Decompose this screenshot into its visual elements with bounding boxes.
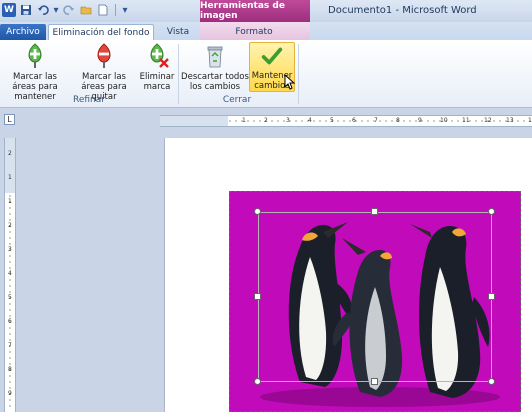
ruler-number: 1 bbox=[8, 198, 12, 205]
resize-handle[interactable] bbox=[254, 378, 261, 385]
ruler-number: 7 bbox=[8, 342, 12, 349]
discard-changes-label: Descartar todos los cambios bbox=[181, 72, 249, 92]
mark-remove-button[interactable]: Marcar las áreas para quitar bbox=[70, 42, 138, 102]
window-title: Documento1 - Microsoft Word bbox=[328, 5, 477, 16]
ribbon: Marcar las áreas para mantener Marcar la… bbox=[0, 40, 532, 108]
ruler-number: 11 bbox=[462, 117, 470, 124]
mouse-pointer-icon bbox=[284, 74, 296, 90]
horizontal-ruler[interactable]: 1234567891011121314 bbox=[160, 115, 532, 127]
keep-area-marquee[interactable] bbox=[258, 212, 492, 382]
remove-mark-icon bbox=[97, 43, 111, 68]
penguin-picture[interactable] bbox=[229, 191, 521, 412]
ruler-number: 8 bbox=[396, 117, 400, 124]
ruler-number: 8 bbox=[8, 366, 12, 373]
ruler-number: 12 bbox=[484, 117, 492, 124]
vertical-ruler[interactable]: 2 1 1 2 3 4 5 6 7 8 9 bbox=[4, 138, 16, 412]
ruler-number: 4 bbox=[308, 117, 312, 124]
tab-background-removal[interactable]: Eliminación del fondo bbox=[48, 24, 154, 40]
delete-mark-icon bbox=[150, 43, 169, 68]
new-document-icon[interactable] bbox=[96, 3, 110, 17]
open-icon[interactable] bbox=[79, 3, 93, 17]
ruler-number: 6 bbox=[352, 117, 356, 124]
recycle-bin-icon bbox=[207, 46, 223, 68]
ruler-number: 10 bbox=[440, 117, 448, 124]
dropdown-arrow-icon[interactable]: ▾ bbox=[53, 3, 59, 17]
ruler-number: 5 bbox=[8, 294, 12, 301]
ruler-number: 9 bbox=[418, 117, 422, 124]
undo-icon[interactable] bbox=[36, 3, 50, 17]
redo-icon[interactable] bbox=[62, 3, 76, 17]
checkmark-icon bbox=[261, 47, 283, 65]
ruler-number: 3 bbox=[286, 117, 290, 124]
document-page[interactable] bbox=[164, 138, 532, 412]
resize-handle[interactable] bbox=[371, 378, 378, 385]
resize-handle[interactable] bbox=[488, 208, 495, 215]
tab-file[interactable]: Archivo bbox=[0, 24, 46, 40]
mark-keep-button[interactable]: Marcar las áreas para mantener bbox=[2, 42, 68, 102]
ruler-number: 3 bbox=[8, 246, 12, 253]
ruler-number: 13 bbox=[506, 117, 514, 124]
quick-access-toolbar: W ▾ ▾ bbox=[2, 3, 129, 17]
resize-handle[interactable] bbox=[254, 293, 261, 300]
ruler-number: 9 bbox=[8, 390, 12, 397]
ruler-number: 1 bbox=[242, 117, 246, 124]
ruler-number: 1 bbox=[8, 174, 12, 181]
ruler-number: 2 bbox=[8, 222, 12, 229]
ruler-margin bbox=[160, 116, 228, 126]
group-separator bbox=[298, 44, 299, 104]
customize-qat-icon[interactable]: ▾ bbox=[121, 3, 129, 17]
ruler-margin bbox=[5, 138, 15, 193]
tab-stop-icon[interactable]: L bbox=[4, 114, 15, 125]
ruler-number: 7 bbox=[374, 117, 378, 124]
document-workspace: L 1234567891011121314 21123456789 bbox=[0, 108, 532, 412]
delete-mark-button[interactable]: Eliminar marca bbox=[138, 42, 176, 92]
ruler-number: 2 bbox=[264, 117, 268, 124]
tab-view[interactable]: Vista bbox=[160, 24, 196, 40]
discard-changes-button[interactable]: Descartar todos los cambios bbox=[181, 42, 249, 92]
ruler-number: 5 bbox=[330, 117, 334, 124]
word-logo-icon[interactable]: W bbox=[2, 3, 16, 17]
close-group-label: Cerrar bbox=[222, 95, 252, 105]
resize-handle[interactable] bbox=[371, 208, 378, 215]
ribbon-tab-row: Archivo Eliminación del fondo Vista Form… bbox=[0, 22, 532, 40]
resize-handle[interactable] bbox=[254, 208, 261, 215]
resize-handle[interactable] bbox=[488, 378, 495, 385]
title-bar: W ▾ ▾ Herramientas de imagen Documento1 … bbox=[0, 0, 532, 22]
delete-mark-label: Eliminar marca bbox=[139, 72, 175, 92]
refine-group-label: Refinar bbox=[73, 95, 105, 105]
ruler-number: 4 bbox=[8, 270, 12, 277]
add-mark-icon bbox=[28, 43, 42, 68]
tab-format[interactable]: Formato bbox=[210, 24, 298, 40]
qat-separator bbox=[115, 4, 116, 16]
resize-handle[interactable] bbox=[488, 293, 495, 300]
picture-tools-context-header: Herramientas de imagen bbox=[200, 0, 310, 22]
save-icon[interactable] bbox=[19, 3, 33, 17]
ruler-number: 6 bbox=[8, 318, 12, 325]
ruler-number: 14 bbox=[528, 117, 532, 124]
ruler-number: 2 bbox=[8, 150, 12, 157]
